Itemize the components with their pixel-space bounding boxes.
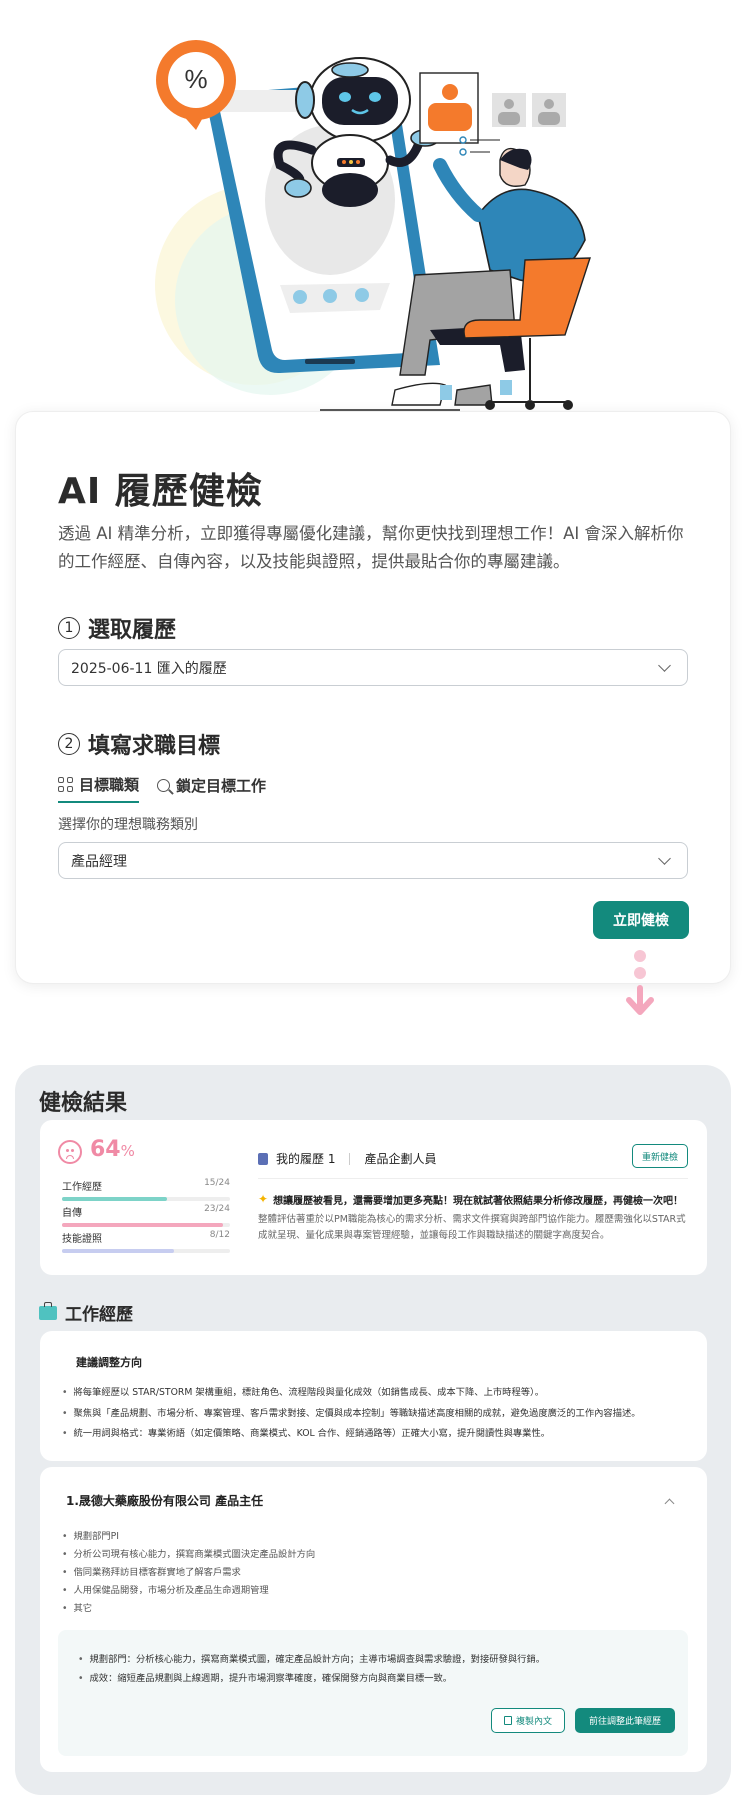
list-item: 規劃部門：分析核心能力，撰寫商業模式圖，確定產品設計方向；主導市場調查與需求驗證… xyxy=(78,1650,545,1669)
recheck-button[interactable]: 重新健檢 xyxy=(632,1144,688,1168)
resume-header: 我的履歷 1 產品企劃人員 xyxy=(258,1150,436,1167)
results-title: 健檢結果 xyxy=(39,1091,128,1116)
tab-label: 目標職類 xyxy=(79,776,140,794)
score-bar-skills: 技能證照 8/12 xyxy=(62,1230,230,1253)
list-item: 偕同業務拜訪目標客群實地了解客戶需求 xyxy=(62,1564,315,1582)
score-card: 64% 工作經歷 15/24 自傳 23/24 技能證照 8/12 我的履歷 1 產品… xyxy=(40,1120,707,1275)
suggestion-list: 規劃部門：分析核心能力，撰寫商業模式圖，確定產品設計方向；主導市場調查與需求驗證… xyxy=(78,1650,545,1688)
resume-name: 我的履歷 1 xyxy=(276,1152,336,1166)
resume-role: 產品企劃人員 xyxy=(364,1152,437,1166)
tab-target-category[interactable]: 目標職類 xyxy=(58,774,140,803)
chevron-down-icon xyxy=(658,851,671,865)
job-title: 1.晟德大藥廠股份有限公司 產品主任 xyxy=(66,1494,264,1508)
copy-icon xyxy=(503,1716,512,1725)
start-check-button[interactable]: 立即健檢 xyxy=(593,901,689,939)
health-check-form-card: AI 履歷健檢 透過 AI 精準分析，立即獲得專屬優化建議，幫你更快找到理想工作… xyxy=(15,411,731,984)
edit-experience-button[interactable]: 前往調整此筆經歷 xyxy=(575,1708,675,1733)
tip-headline: ✦ 想讓履歷被看見，還需要增加更多亮點！現在就試著依照結果分析修改履歷，再健檢一… xyxy=(258,1192,684,1207)
results-panel: 健檢結果 64% 工作經歷 15/24 自傳 23/24 技能證照 8/12 我的履歷… xyxy=(15,1065,731,1795)
score-bar-autobiography: 自傳 23/24 xyxy=(62,1204,230,1227)
advice-title: 建議調整方向 xyxy=(76,1356,142,1369)
suggestion-box: 規劃部門：分析核心能力，撰寫商業模式圖，確定產品設計方向；主導市場調查與需求驗證… xyxy=(58,1630,688,1756)
percent-icon: % xyxy=(184,64,207,94)
goal-tabs: 目標職類 鎖定目標工作 xyxy=(58,774,266,803)
resume-select-value: 2025-06-11 匯入的履歷 xyxy=(71,660,227,677)
sparkle-icon: ✦ xyxy=(258,1192,269,1206)
hero-illustration: % xyxy=(155,40,591,411)
copy-button[interactable]: 複製內文 xyxy=(491,1708,565,1733)
category-label: 選擇你的理想職務類別 xyxy=(58,817,198,833)
step-2-number: 2 xyxy=(58,733,80,755)
step-1-label: 選取履歷 xyxy=(88,618,177,643)
sad-face-icon xyxy=(58,1140,82,1164)
tip-description: 整體評估著重於以PM職能為核心的需求分析、需求文件撰寫與跨部門協作能力。履歷需強… xyxy=(258,1214,686,1241)
work-section-title: 工作經歷 xyxy=(39,1300,133,1325)
advice-card: 建議調整方向 將每筆經歷以 STAR/STORM 架構重組，標註角色、流程階段與… xyxy=(40,1331,707,1461)
list-item: 人用保健品開發，市場分析及產品生命週期管理 xyxy=(62,1582,315,1600)
job-category-select[interactable]: 產品經理 xyxy=(58,842,688,879)
job-experience-card: 1.晟德大藥廠股份有限公司 產品主任 規劃部門PI 分析公司現有核心能力，撰寫商… xyxy=(40,1467,707,1772)
down-arrow-icon xyxy=(626,950,654,1015)
step-2-heading: 2 填寫求職目標 xyxy=(58,728,220,760)
document-icon xyxy=(258,1152,268,1165)
search-icon xyxy=(157,779,171,792)
list-item: 將每筆經歷以 STAR/STORM 架構重組，標註角色、流程階段與量化成效（如銷… xyxy=(62,1383,692,1404)
list-item: 成效：縮短產品規劃與上線週期，提升市場洞察準確度，確保開發方向與商業目標一致。 xyxy=(78,1669,545,1688)
list-item: 統一用詞與格式：專業術語（如定價策略、商業模式、KOL 合作、經銷通路等）正確大… xyxy=(62,1424,692,1445)
score-bar-work: 工作經歷 15/24 xyxy=(62,1178,230,1201)
step-1-number: 1 xyxy=(58,617,80,639)
page-description: 透過 AI 精準分析，立即獲得專屬優化建議，幫你更快找到理想工作！AI 會深入解… xyxy=(58,524,684,571)
resume-select[interactable]: 2025-06-11 匯入的履歷 xyxy=(58,649,688,686)
advice-list: 將每筆經歷以 STAR/STORM 架構重組，標註角色、流程階段與量化成效（如銷… xyxy=(62,1383,692,1445)
tab-label: 鎖定目標工作 xyxy=(176,777,267,795)
score-percent: 64% xyxy=(90,1137,135,1162)
chevron-down-icon xyxy=(658,658,671,672)
tab-target-job[interactable]: 鎖定目標工作 xyxy=(157,774,266,803)
list-item: 其它 xyxy=(62,1600,315,1618)
job-category-value: 產品經理 xyxy=(71,853,127,870)
page-title: AI 履歷健檢 xyxy=(58,471,263,512)
step-2-label: 填寫求職目標 xyxy=(88,734,221,759)
step-1-heading: 1 選取履歷 xyxy=(58,612,176,644)
briefcase-icon xyxy=(39,1301,57,1320)
job-duties: 規劃部門PI 分析公司現有核心能力，撰寫商業模式圖決定產品設計方向 偕同業務拜訪… xyxy=(62,1528,315,1618)
grid-icon xyxy=(58,777,73,792)
list-item: 聚焦與「產品規劃、市場分析、專案管理、客戶需求對接、定價與成本控制」等職缺描述高… xyxy=(62,1404,692,1425)
chevron-up-icon[interactable] xyxy=(664,1498,675,1509)
list-item: 規劃部門PI xyxy=(62,1528,315,1546)
list-item: 分析公司現有核心能力，撰寫商業模式圖決定產品設計方向 xyxy=(62,1546,315,1564)
